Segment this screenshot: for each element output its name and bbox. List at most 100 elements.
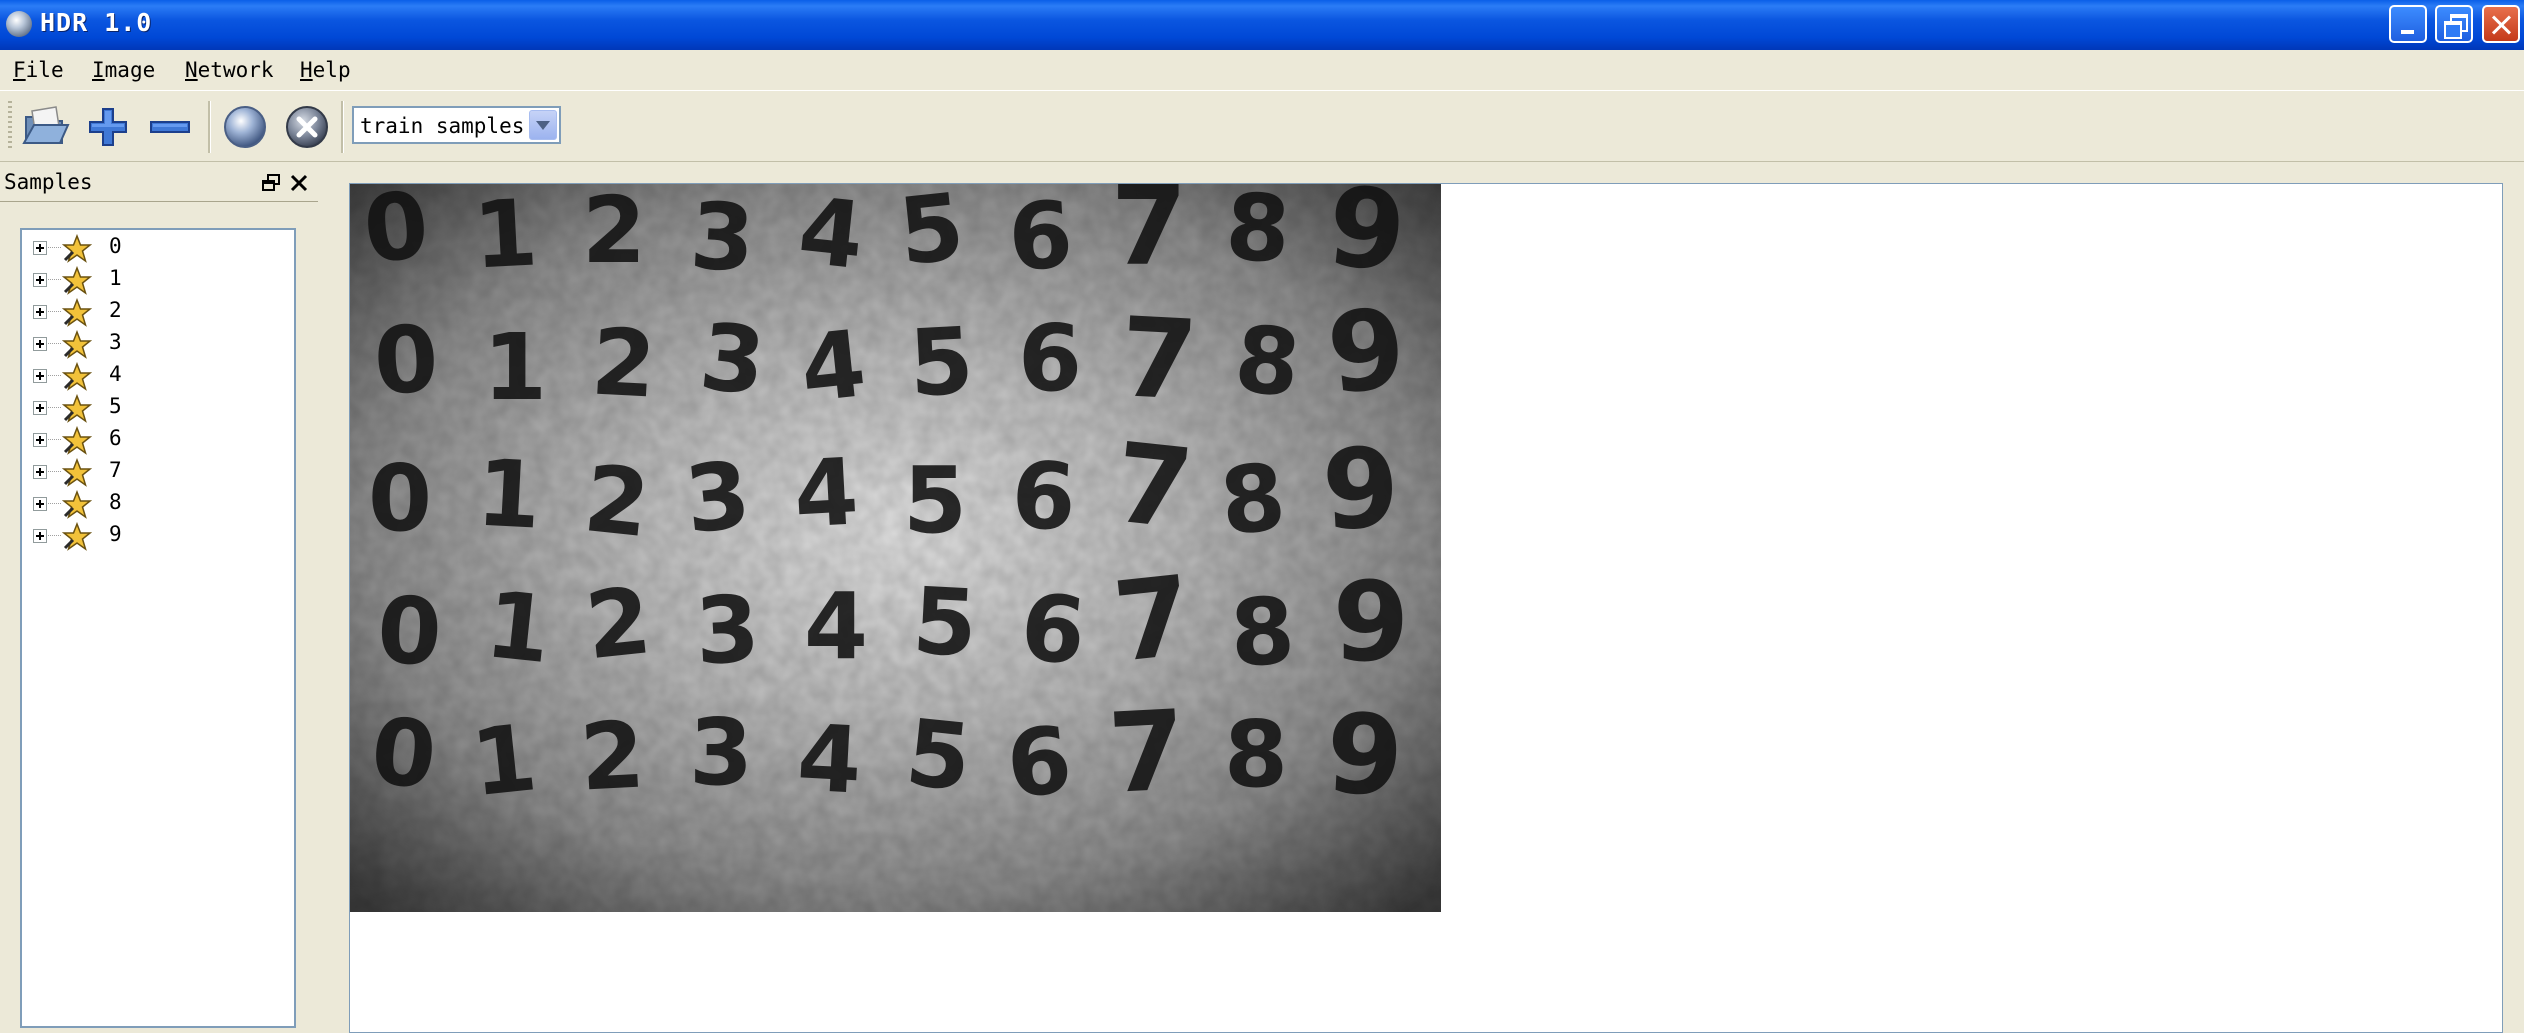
digit-8: 8 [1223, 184, 1293, 284]
tree-node-3[interactable]: 3 [22, 328, 282, 360]
digit-5: 5 [903, 447, 967, 554]
digit-5: 5 [901, 699, 976, 812]
expand-icon[interactable] [33, 305, 47, 319]
tree-connector [48, 247, 62, 248]
expand-icon[interactable] [33, 369, 47, 383]
tree-node-label: 7 [109, 458, 122, 482]
tree-node-8[interactable]: 8 [22, 488, 282, 520]
expand-icon[interactable] [33, 241, 47, 255]
image-view[interactable]: 0123456789012345678901234567890123456789… [349, 183, 2503, 1033]
digit-2: 2 [582, 184, 646, 284]
tree-connector [48, 503, 62, 504]
samples-tree[interactable]: 0 1 2 3 4 5 6 7 8 9 [20, 228, 296, 1028]
restore-button[interactable] [2435, 5, 2473, 43]
tree-node-label: 1 [109, 266, 122, 290]
tree-node-label: 0 [109, 234, 122, 258]
expand-icon[interactable] [33, 497, 47, 511]
tree-node-2[interactable]: 2 [22, 296, 282, 328]
chevron-down-icon[interactable] [529, 110, 557, 140]
toolbar-separator [341, 101, 344, 153]
digit-6: 6 [1006, 184, 1076, 292]
tree-node-1[interactable]: 1 [22, 264, 282, 296]
digit-5: 5 [907, 307, 977, 417]
star-icon [62, 298, 92, 327]
digit-6: 6 [1016, 573, 1091, 686]
menu-network[interactable]: Network [185, 58, 274, 82]
digit-1: 1 [483, 314, 547, 421]
float-icon[interactable] [262, 174, 280, 192]
star-icon [62, 330, 92, 359]
star-icon [62, 266, 92, 295]
digit-7: 7 [1111, 184, 1188, 290]
add-icon[interactable] [84, 103, 132, 151]
tree-node-label: 8 [109, 490, 122, 514]
digit-7: 7 [1105, 686, 1188, 818]
expand-icon[interactable] [33, 337, 47, 351]
digit-3: 3 [680, 441, 755, 554]
expand-icon[interactable] [33, 433, 47, 447]
tree-node-7[interactable]: 7 [22, 456, 282, 488]
star-icon [62, 522, 92, 551]
tree-node-label: 4 [109, 362, 122, 386]
expand-icon[interactable] [33, 529, 47, 543]
star-icon [62, 234, 92, 263]
digit-8: 8 [1224, 701, 1288, 808]
digit-0: 0 [368, 445, 432, 552]
expand-icon[interactable] [33, 273, 47, 287]
digit-8: 8 [1230, 305, 1305, 418]
tree-node-6[interactable]: 6 [22, 424, 282, 456]
cancel-icon[interactable] [283, 103, 331, 151]
digit-4: 4 [794, 184, 869, 290]
tree-node-label: 6 [109, 426, 122, 450]
digit-7: 7 [1117, 293, 1200, 425]
remove-icon[interactable] [146, 103, 194, 151]
globe-icon[interactable] [221, 103, 269, 151]
expand-icon[interactable] [33, 465, 47, 479]
menu-image[interactable]: Image [92, 58, 155, 82]
digit-9: 9 [1319, 423, 1402, 555]
dock-header[interactable]: Samples [0, 162, 318, 202]
toolbar-grip[interactable] [8, 101, 12, 151]
digit-1: 1 [471, 184, 541, 290]
open-folder-icon[interactable] [22, 103, 70, 151]
close-button[interactable] [2482, 5, 2520, 43]
tree-connector [48, 439, 62, 440]
tree-node-4[interactable]: 4 [22, 360, 282, 392]
tree-node-5[interactable]: 5 [22, 392, 282, 424]
digit-5: 5 [894, 184, 969, 286]
digit-9: 9 [1333, 558, 1410, 686]
minimize-button[interactable] [2389, 5, 2427, 43]
digit-4: 4 [795, 704, 865, 814]
digit-1: 1 [474, 439, 544, 549]
app-icon[interactable] [6, 11, 32, 37]
tree-node-0[interactable]: 0 [22, 232, 282, 264]
sample-mode-value: train samples [360, 114, 525, 138]
close-icon[interactable] [290, 174, 308, 192]
tree-node-9[interactable]: 9 [22, 520, 282, 552]
tree-node-label: 2 [109, 298, 122, 322]
tree-node-label: 9 [109, 522, 122, 546]
star-icon [62, 458, 92, 487]
tree-connector [48, 535, 62, 536]
tree-connector [48, 279, 62, 280]
tree-connector [48, 375, 62, 376]
title-bar[interactable]: HDR 1.0 [0, 0, 2524, 50]
menu-file[interactable]: File [13, 58, 64, 82]
digit-8: 8 [1228, 577, 1298, 687]
tree-connector [48, 407, 62, 408]
digit-3: 3 [695, 303, 770, 416]
digit-2: 2 [589, 308, 659, 418]
sample-mode-select[interactable]: train samples [352, 106, 561, 144]
digit-3: 3 [689, 699, 753, 806]
expand-icon[interactable] [33, 401, 47, 415]
tree-connector [48, 343, 62, 344]
star-icon [62, 490, 92, 519]
menu-help[interactable]: Help [300, 58, 351, 82]
digit-9: 9 [1322, 284, 1412, 419]
star-icon [62, 362, 92, 391]
window-title: HDR 1.0 [40, 8, 153, 37]
digit-3: 3 [688, 184, 758, 293]
digit-1: 1 [467, 704, 542, 817]
digit-6: 6 [1002, 706, 1077, 819]
tree-node-label: 3 [109, 330, 122, 354]
